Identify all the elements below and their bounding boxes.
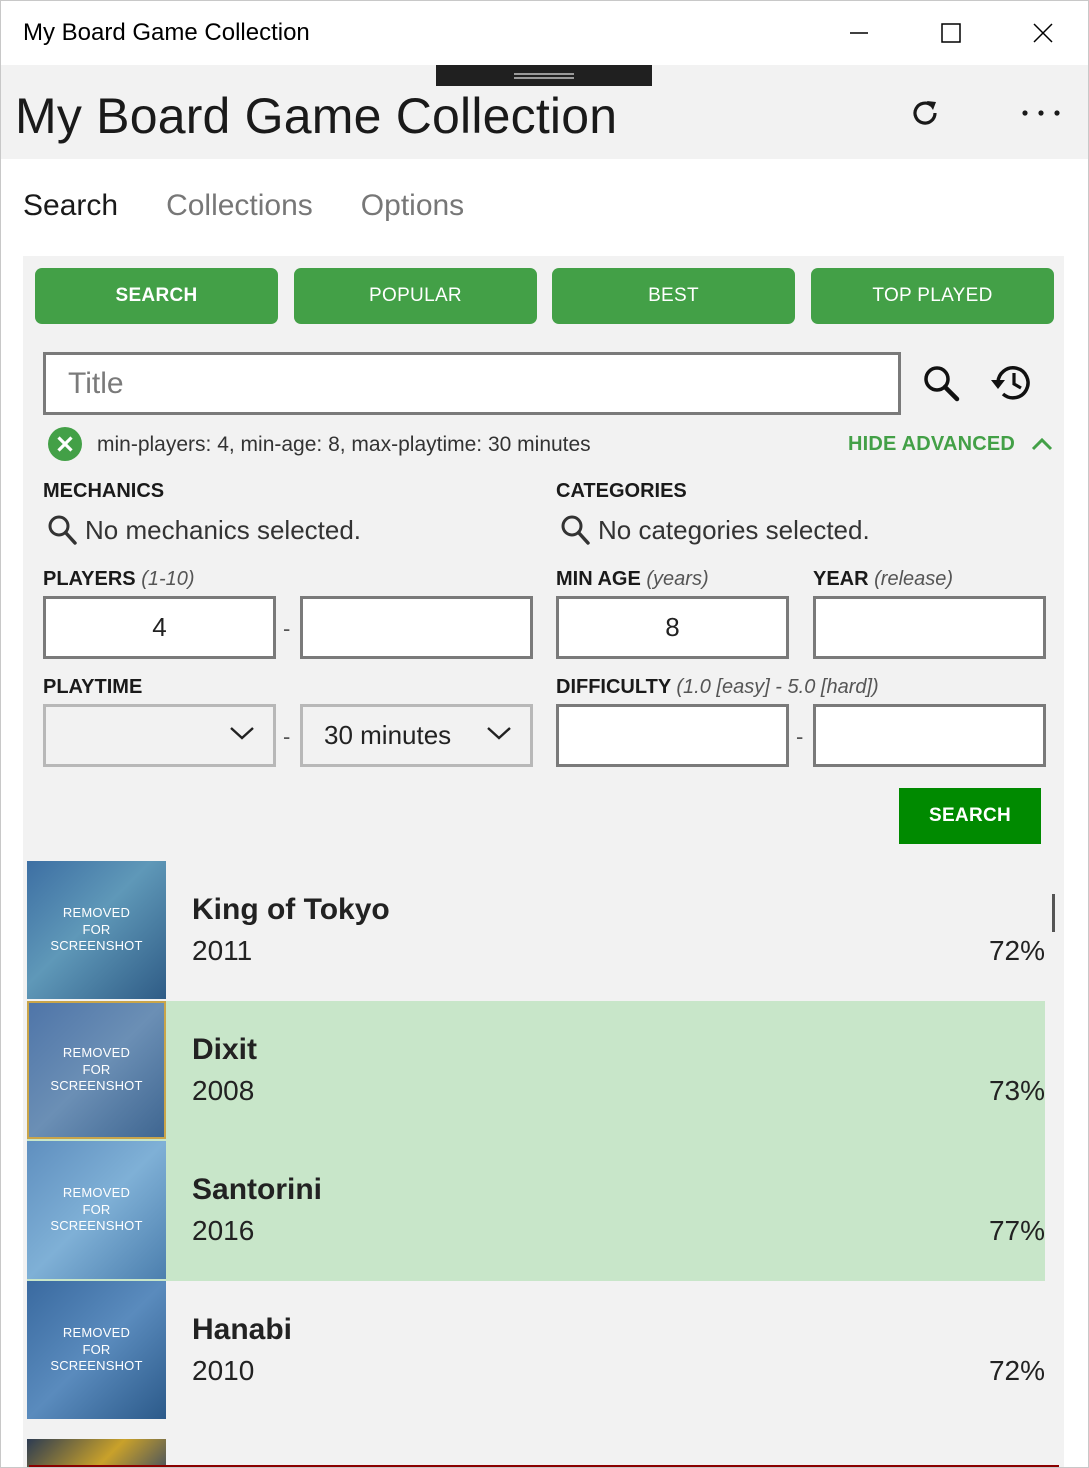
tab-collections[interactable]: Collections: [166, 189, 313, 233]
close-icon: [1033, 23, 1053, 43]
search-icon: [48, 515, 77, 545]
tab-bar: Search Collections Options: [23, 189, 464, 233]
range-separator: -: [283, 724, 291, 749]
game-name: Hanabi: [192, 1313, 293, 1346]
clear-filters-button[interactable]: [47, 426, 83, 467]
categories-empty-text: No categories selected.: [598, 514, 870, 545]
list-item[interactable]: REMOVED FOR SCREENSHOT Hanabi 2010 72%: [27, 1281, 1045, 1421]
page-title: My Board Game Collection: [15, 88, 618, 144]
playtime-max-value: 30 minutes: [324, 720, 452, 750]
refresh-icon: [913, 101, 937, 125]
mechanics-label: MECHANICS: [43, 480, 165, 502]
minimize-icon: [850, 32, 868, 34]
game-thumbnail: REMOVED FOR SCREENSHOT: [27, 1141, 166, 1279]
difficulty-min-input[interactable]: [556, 704, 789, 767]
quick-search-button[interactable]: SEARCH: [35, 268, 278, 324]
list-item[interactable]: REMOVED FOR SCREENSHOT Santorini 2016 77%: [27, 1141, 1045, 1281]
history-button[interactable]: [988, 359, 1036, 407]
title-search-input[interactable]: [43, 352, 901, 415]
game-year: 2010: [192, 1355, 255, 1386]
mechanics-selector[interactable]: No mechanics selected.: [47, 514, 361, 546]
game-rating: 72%: [988, 935, 1045, 966]
drag-handle[interactable]: [436, 65, 652, 86]
playtime-min-dropdown[interactable]: [43, 704, 276, 767]
minimize-button[interactable]: [813, 1, 905, 65]
range-separator: -: [283, 616, 291, 641]
chevron-up-icon[interactable]: [1031, 437, 1053, 451]
playtime-label: PLAYTIME: [43, 676, 143, 698]
game-rating: 77%: [988, 1215, 1045, 1246]
top-played-button[interactable]: TOP PLAYED: [811, 268, 1054, 324]
app-window: My Board Game Collection My Board Game C…: [0, 0, 1089, 1468]
game-thumbnail: REMOVED FOR SCREENSHOT: [27, 1281, 166, 1419]
list-item[interactable]: REMOVED FOR SCREENSHOT Dixit 2008 73%: [27, 1001, 1045, 1141]
refresh-button[interactable]: [895, 85, 955, 141]
year-label: YEAR (release): [813, 568, 954, 590]
game-year: 2008: [192, 1075, 255, 1106]
game-year: 2016: [192, 1215, 255, 1246]
playtime-max-dropdown[interactable]: 30 minutes: [300, 704, 533, 767]
title-bar: My Board Game Collection: [1, 1, 1088, 65]
more-button[interactable]: [1011, 85, 1071, 141]
active-filter-row: min-players: 4, min-age: 8, max-playtime…: [45, 426, 1055, 466]
year-input[interactable]: [813, 596, 1046, 659]
results-list[interactable]: REMOVED FOR SCREENSHOT King of Tokyo 2011 …: [23, 861, 1064, 1467]
advanced-search-button[interactable]: SEARCH: [899, 788, 1041, 844]
window-title: My Board Game Collection: [23, 19, 310, 46]
tab-options[interactable]: Options: [361, 189, 464, 233]
search-submit-button[interactable]: [917, 359, 965, 407]
filter-summary: min-players: 4, min-age: 8, max-playtime…: [97, 433, 591, 456]
more-icon: [1022, 110, 1060, 116]
maximize-button[interactable]: [905, 1, 997, 65]
mechanics-empty-text: No mechanics selected.: [85, 514, 362, 545]
app-header: My Board Game Collection: [1, 65, 1088, 159]
players-label: PLAYERS (1-10): [43, 568, 195, 590]
search-icon: [924, 366, 960, 402]
game-rating: 72%: [988, 1355, 1045, 1386]
close-button[interactable]: [997, 1, 1088, 65]
game-thumbnail: REMOVED FOR SCREENSHOT: [27, 1001, 166, 1139]
maximize-icon: [941, 23, 961, 43]
game-name: Santorini: [192, 1173, 323, 1206]
players-min-input[interactable]: 4: [43, 596, 276, 659]
search-icon: [561, 515, 590, 545]
game-name: Dixit: [192, 1033, 258, 1066]
list-item-partial[interactable]: [27, 1439, 1045, 1467]
hide-advanced-button[interactable]: HIDE ADVANCED: [848, 433, 1015, 456]
game-thumbnail: REMOVED FOR SCREENSHOT: [27, 861, 166, 999]
tab-search[interactable]: Search: [23, 189, 118, 233]
list-item[interactable]: REMOVED FOR SCREENSHOT King of Tokyo 2011 …: [27, 861, 1045, 1001]
game-name: King of Tokyo: [192, 893, 390, 926]
players-max-input[interactable]: [300, 596, 533, 659]
chevron-down-icon: [487, 727, 511, 740]
range-separator: -: [796, 724, 804, 749]
game-thumbnail: [27, 1439, 166, 1467]
history-icon: [991, 366, 1030, 400]
min-age-label: MIN AGE (years): [556, 568, 709, 590]
min-age-input[interactable]: 8: [556, 596, 789, 659]
categories-selector[interactable]: No categories selected.: [560, 514, 870, 546]
game-year: 2011: [192, 935, 253, 966]
popular-button[interactable]: POPULAR: [294, 268, 537, 324]
categories-label: CATEGORIES: [556, 480, 687, 502]
search-panel: SEARCH POPULAR BEST TOP PLAYED Title min…: [23, 256, 1064, 1467]
best-button[interactable]: BEST: [552, 268, 795, 324]
game-rating: 73%: [988, 1075, 1045, 1106]
scrollbar[interactable]: [1052, 894, 1055, 932]
difficulty-max-input[interactable]: [813, 704, 1046, 767]
chevron-down-icon: [230, 727, 254, 740]
clear-circle-icon: [48, 427, 82, 461]
difficulty-label: DIFFICULTY (1.0 [easy] - 5.0 [hard]): [556, 676, 879, 698]
